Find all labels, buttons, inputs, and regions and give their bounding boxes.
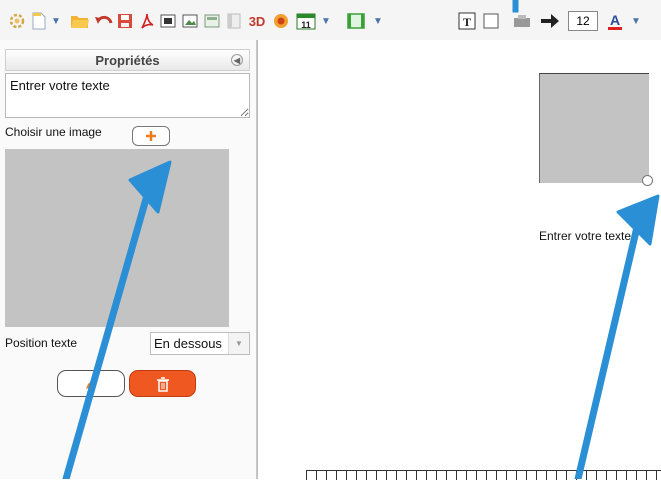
image-icon[interactable]	[182, 11, 198, 31]
text-color-swatch	[608, 26, 622, 30]
panel-header: Propriétés ◀	[5, 49, 250, 71]
slide-icon[interactable]	[204, 11, 220, 31]
delete-button[interactable]	[129, 370, 196, 397]
panel-title: Propriétés	[95, 53, 160, 68]
text-input[interactable]: Entrer votre texte	[5, 73, 250, 118]
add-image-button[interactable]	[132, 126, 170, 146]
chevron-down-icon[interactable]: ▼	[320, 11, 332, 31]
collapse-icon[interactable]: ◀	[231, 54, 243, 66]
arrow-icon[interactable]	[540, 11, 560, 31]
rectangle-icon[interactable]	[482, 11, 500, 31]
image-preview[interactable]	[5, 149, 229, 327]
3d-button[interactable]: 3D	[246, 11, 268, 31]
new-document-icon[interactable]	[30, 11, 48, 31]
pdf-icon[interactable]	[138, 11, 156, 31]
choose-image-label: Choisir une image	[5, 125, 102, 139]
calendar-day: 11	[301, 20, 311, 30]
trash-icon	[156, 376, 169, 392]
chevron-down-icon: ▼	[228, 333, 249, 354]
calendar-icon[interactable]: 11	[296, 11, 316, 31]
chevron-down-icon[interactable]: ▼	[372, 11, 384, 31]
resize-handle[interactable]	[642, 175, 653, 186]
settings-icon[interactable]	[8, 11, 26, 31]
text-color-letter: A	[609, 11, 621, 28]
properties-panel: Propriétés ◀ Entrer votre texte Choisir …	[0, 40, 257, 479]
chevron-down-icon[interactable]: ▼	[50, 11, 62, 31]
page-icon[interactable]	[226, 11, 242, 31]
text-tool-glyph: T	[463, 15, 471, 29]
position-select[interactable]: En dessous ▼	[150, 332, 250, 355]
record-icon[interactable]	[272, 11, 290, 31]
edit-button[interactable]	[57, 370, 125, 397]
font-size-input[interactable]: 12	[568, 11, 598, 31]
text-box-icon[interactable]: T	[458, 11, 476, 31]
toolbar: ▼ 3D 11 ▼ ▼ T 12 A ▼	[0, 0, 661, 41]
position-label: Position texte	[5, 336, 78, 350]
chevron-down-icon[interactable]: ▼	[630, 11, 642, 31]
screenshot-icon[interactable]	[160, 11, 176, 31]
position-value: En dessous	[154, 336, 222, 351]
image-widget[interactable]	[539, 73, 649, 183]
pencil-icon	[86, 377, 97, 389]
undo-icon[interactable]	[94, 11, 114, 31]
save-icon[interactable]	[116, 11, 134, 31]
frame-icon[interactable]	[346, 11, 366, 31]
stamp-icon[interactable]	[512, 11, 532, 31]
open-folder-icon[interactable]	[70, 11, 90, 31]
widget-caption: Entrer votre texte	[539, 229, 632, 243]
plus-icon	[146, 131, 156, 141]
text-color-icon[interactable]: A	[606, 11, 624, 31]
